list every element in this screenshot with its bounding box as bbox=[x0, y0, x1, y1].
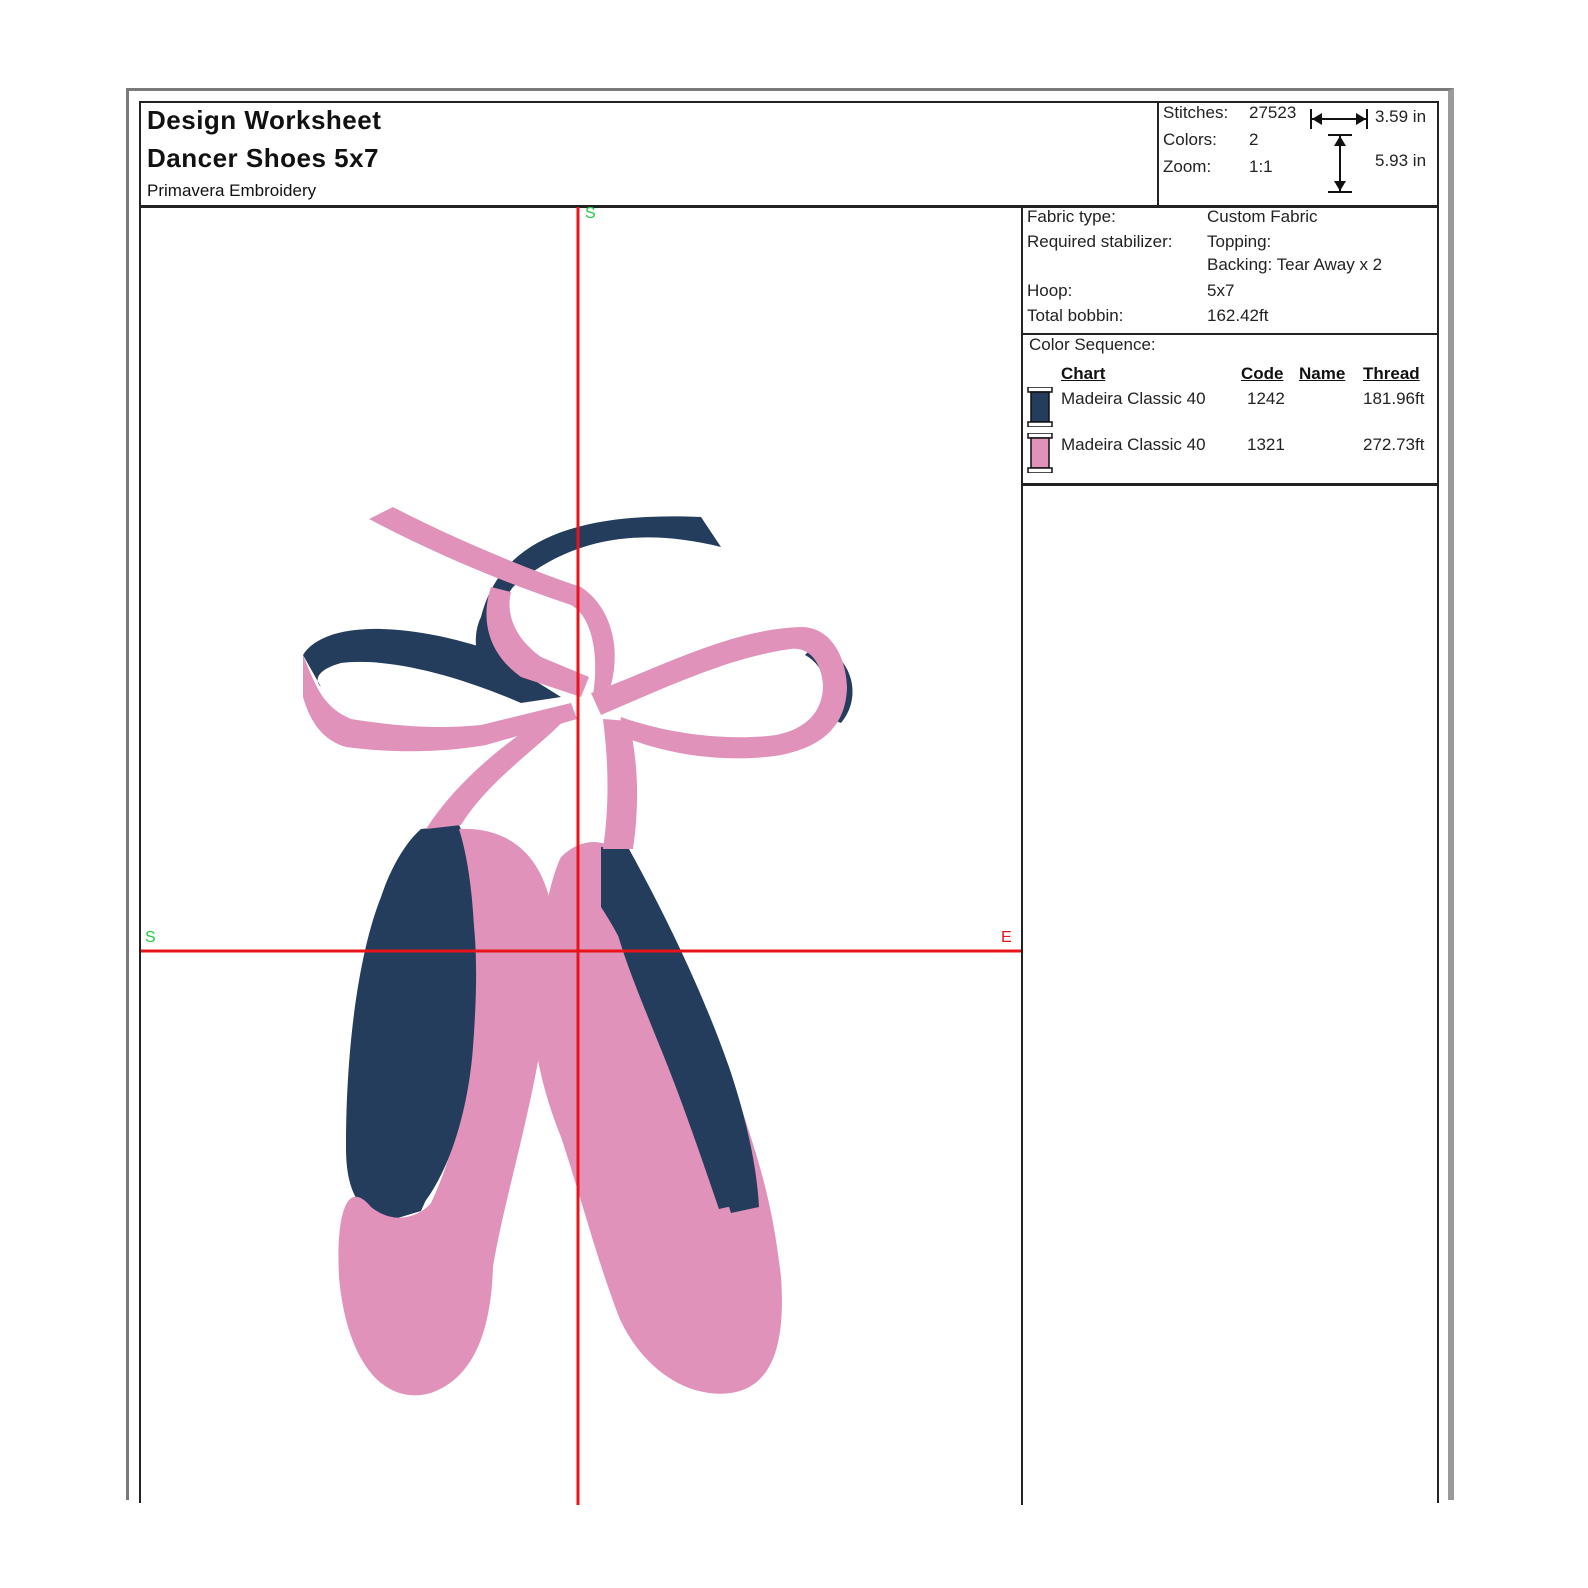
color-sequence: Color Sequence: Chart Code Name Thread M… bbox=[1023, 335, 1437, 486]
col-header-thread: Thread bbox=[1363, 364, 1420, 383]
backing-value: Backing: Tear Away x 2 bbox=[1207, 255, 1383, 274]
width-arrow-icon bbox=[1310, 109, 1368, 129]
row2-thread: 272.73ft bbox=[1363, 435, 1425, 454]
row2-code: 1321 bbox=[1247, 435, 1285, 454]
row1-chart: Madeira Classic 40 bbox=[1061, 389, 1206, 408]
fabric-type-value: Custom Fabric bbox=[1207, 207, 1318, 226]
stabilizer-label: Required stabilizer: bbox=[1027, 232, 1173, 251]
colors-label: Colors: bbox=[1163, 130, 1217, 149]
width-value: 3.59 in bbox=[1375, 107, 1427, 126]
color-sequence-title: Color Sequence: bbox=[1029, 335, 1156, 354]
col-header-code: Code bbox=[1241, 364, 1284, 383]
thread-spool-icon bbox=[1027, 387, 1053, 427]
pink-ribbon-right-tail bbox=[603, 719, 638, 849]
bobbin-label: Total bobbin: bbox=[1027, 306, 1124, 325]
hoop-value: 5x7 bbox=[1207, 281, 1235, 300]
stitches-value: 27523 bbox=[1249, 103, 1297, 122]
bobbin-value: 162.42ft bbox=[1207, 306, 1269, 325]
design-preview: S S E bbox=[141, 207, 1023, 1505]
height-value: 5.93 in bbox=[1375, 151, 1427, 170]
axis-top-marker: S bbox=[585, 207, 596, 222]
axis-left-marker: S bbox=[145, 929, 156, 946]
row1-thread: 181.96ft bbox=[1363, 389, 1425, 408]
company-name: Primavera Embroidery bbox=[147, 181, 317, 200]
topping-value: Topping: bbox=[1207, 232, 1272, 251]
col-header-name: Name bbox=[1299, 364, 1346, 383]
hoop-label: Hoop: bbox=[1027, 281, 1073, 300]
worksheet-title: Design Worksheet bbox=[147, 105, 382, 135]
worksheet-header: Design Worksheet Dancer Shoes 5x7 Primav… bbox=[141, 103, 1437, 208]
row2-chart: Madeira Classic 40 bbox=[1061, 435, 1206, 454]
colors-value: 2 bbox=[1249, 130, 1259, 149]
zoom-value: 1:1 bbox=[1249, 157, 1273, 176]
stitches-label: Stitches: bbox=[1163, 103, 1229, 122]
row1-code: 1242 bbox=[1247, 389, 1285, 408]
fabric-info: Fabric type: Custom Fabric Required stab… bbox=[1023, 207, 1437, 335]
design-name: Dancer Shoes 5x7 bbox=[147, 143, 380, 173]
design-stats: Stitches: 27523 Colors: 2 Zoom: 1:1 3.59… bbox=[1157, 103, 1439, 205]
embroidery-design bbox=[141, 207, 1021, 1505]
zoom-label: Zoom: bbox=[1163, 157, 1212, 176]
thread-spool-icon bbox=[1027, 433, 1053, 473]
axis-right-marker: E bbox=[1001, 929, 1012, 946]
worksheet-page: Design Worksheet Dancer Shoes 5x7 Primav… bbox=[126, 88, 1454, 1505]
height-arrow-icon bbox=[1328, 134, 1352, 193]
fabric-type-label: Fabric type: bbox=[1027, 207, 1116, 226]
worksheet-frame: Design Worksheet Dancer Shoes 5x7 Primav… bbox=[139, 101, 1439, 1505]
col-header-chart: Chart bbox=[1061, 364, 1106, 383]
